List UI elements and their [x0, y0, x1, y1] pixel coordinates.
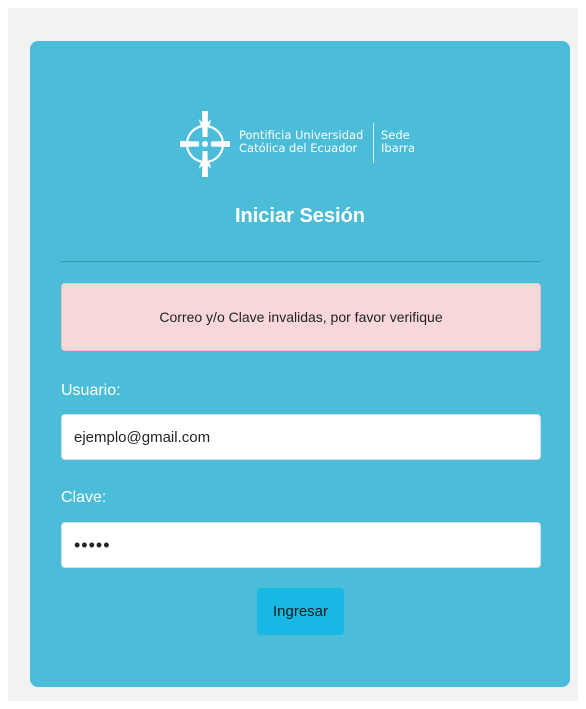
- login-title: Iniciar Sesión: [234, 205, 366, 227]
- university-name: Pontificia Universidad Católica del Ecua…: [239, 129, 363, 155]
- login-card: Pontificia Universidad Católica del Ecua…: [30, 41, 570, 687]
- university-name-line2: Católica del Ecuador: [239, 141, 358, 155]
- section-divider: [61, 261, 541, 262]
- error-alert-message: Correo y/o Clave invalidas, por favor ve…: [159, 309, 443, 325]
- university-logo: Pontificia Universidad Católica del Ecua…: [177, 107, 427, 181]
- cross-emblem-icon: [180, 111, 230, 177]
- username-input[interactable]: [61, 414, 541, 460]
- error-alert: Correo y/o Clave invalidas, por favor ve…: [61, 283, 541, 351]
- campus-name-line2: Ibarra: [381, 141, 416, 155]
- logo-divider: [373, 123, 374, 163]
- password-input[interactable]: [61, 522, 541, 568]
- login-submit-button[interactable]: Ingresar: [257, 588, 344, 635]
- username-label: Usuario:: [61, 382, 121, 399]
- password-label: Clave:: [61, 489, 107, 506]
- campus-name: Sede Ibarra: [381, 129, 415, 155]
